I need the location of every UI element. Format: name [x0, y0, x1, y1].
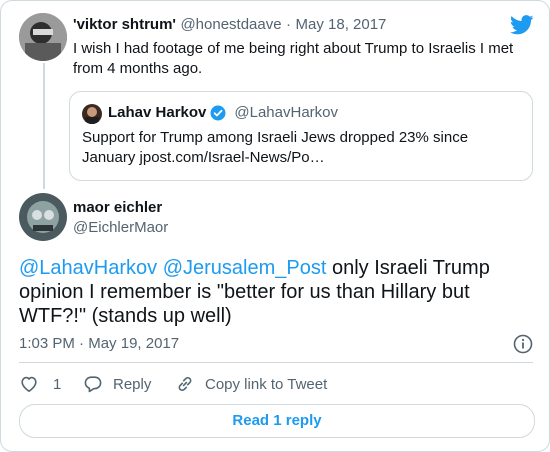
- lahav-avatar: [82, 104, 102, 124]
- viktor-avatar[interactable]: [19, 13, 67, 61]
- main-handle[interactable]: @EichlerMaor: [73, 219, 168, 236]
- quoted-display-name: Lahav Harkov: [108, 104, 207, 121]
- quoted-tweet-text: Support for Trump among Israeli Jews dro…: [82, 129, 469, 166]
- like-button[interactable]: 1: [19, 374, 61, 394]
- main-display-name[interactable]: maor eichler: [73, 199, 162, 216]
- main-tweet-separator: ·: [79, 335, 85, 352]
- reply-icon: [83, 374, 103, 394]
- main-tweet-time: 1:03 PM: [19, 335, 75, 352]
- first-tweet-date[interactable]: May 18, 2017: [296, 16, 387, 33]
- thread-connector-line: [43, 63, 45, 189]
- reply-label: Reply: [113, 375, 152, 393]
- quoted-tweet-card[interactable]: Lahav Harkov @LahavHarkov Support for Tr…: [69, 91, 533, 181]
- reply-button[interactable]: Reply: [83, 374, 151, 394]
- link-icon: [175, 374, 195, 394]
- main-tweet-timestamp[interactable]: 1:03 PM · May 19, 2017: [19, 335, 179, 352]
- first-tweet-handle[interactable]: @honestdaave: [180, 16, 281, 33]
- quoted-handle: @LahavHarkov: [234, 104, 338, 121]
- copy-link-button[interactable]: Copy link to Tweet: [175, 374, 327, 394]
- main-tweet-text: @LahavHarkov @Jerusalem_Post only Israel…: [19, 256, 529, 328]
- mention-jerusalem-post[interactable]: @Jerusalem_Post: [163, 257, 327, 279]
- mention-lahavharkov[interactable]: @LahavHarkov: [19, 257, 157, 279]
- copy-link-label: Copy link to Tweet: [205, 375, 328, 393]
- first-tweet-text: I wish I had footage of me being right a…: [73, 40, 514, 77]
- verified-badge-icon: [210, 105, 226, 121]
- heart-icon: [19, 374, 39, 394]
- first-tweet-separator: ·: [286, 16, 292, 33]
- maor-avatar[interactable]: [19, 193, 67, 241]
- tweet-embed-card: 'viktor shtrum' @honestdaave · May 18, 2…: [0, 0, 550, 452]
- like-count: 1: [53, 375, 62, 393]
- main-tweet-date: May 19, 2017: [88, 335, 180, 352]
- first-tweet-display-name[interactable]: 'viktor shtrum': [73, 16, 176, 33]
- twitter-bird-icon[interactable]: [509, 15, 534, 37]
- info-icon[interactable]: [513, 334, 533, 354]
- first-tweet-header: 'viktor shtrum' @honestdaave · May 18, 2…: [73, 16, 386, 34]
- quoted-tweet-header: Lahav Harkov @LahavHarkov: [108, 104, 338, 121]
- read-replies-button[interactable]: Read 1 reply: [19, 404, 535, 438]
- actions-divider: [19, 362, 533, 363]
